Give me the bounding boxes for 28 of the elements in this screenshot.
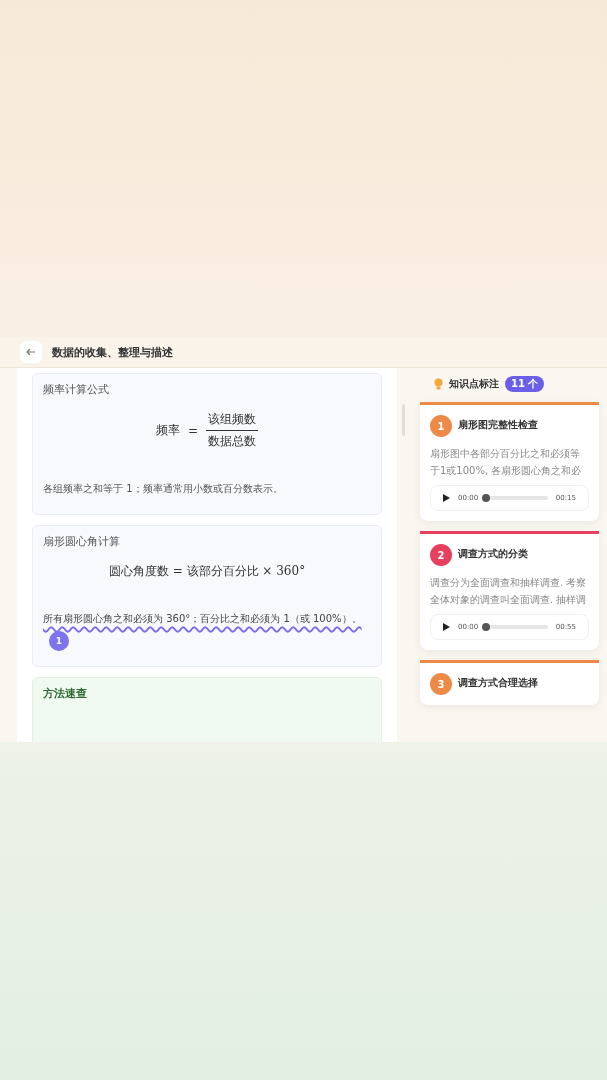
number-badge: 2 — [430, 544, 452, 566]
card-description: 调查分为全面调查和抽样调查. 考察全体对象的调查叫全面调查. 抽样调 — [430, 576, 588, 607]
underlined-note: 所有扇形圆心角之和必须为 360°；百分比之和必须为 1（或 100%）。 — [43, 613, 362, 624]
play-icon[interactable] — [443, 494, 450, 502]
section-title: 扇形圆心角计算 — [43, 534, 121, 549]
number-badge: 1 — [430, 415, 452, 437]
annotation-badge[interactable]: 1 — [49, 631, 69, 651]
fraction-denominator: 数据总数 — [208, 433, 257, 450]
section-title: 频率计算公式 — [43, 382, 110, 397]
card-title: 扇形图完整性检查 — [458, 418, 538, 432]
progress-thumb[interactable] — [482, 494, 491, 502]
page-title: 数据的收集、整理与描述 — [52, 344, 173, 360]
number-badge: 3 — [430, 673, 452, 695]
card-description: 扇形图中各部分百分比之和必须等于1或100%, 各扇形圆心角之和必 — [430, 447, 583, 478]
count-badge: 11 个 — [505, 376, 545, 392]
card-title: 调查方式合理选择 — [458, 676, 538, 690]
formula: 圆心角度数 = 该部分百分比 × 360° — [108, 563, 306, 580]
fraction-numerator: 该组频数 — [206, 411, 259, 431]
card-title: 调查方式的分类 — [458, 547, 528, 561]
progress-thumb[interactable] — [482, 623, 491, 631]
back-arrow-icon — [26, 347, 36, 357]
equals-sign: = — [187, 423, 199, 438]
note-text: 各组频率之和等于 1；频率通常用小数或百分数表示。 — [43, 482, 284, 496]
lightbulb-icon — [434, 378, 443, 390]
panel-title: 知识点标注 — [449, 377, 499, 391]
formula-term: 频率 — [155, 422, 180, 439]
play-icon[interactable] — [443, 623, 450, 631]
section-title: 方法速查 — [43, 686, 88, 701]
